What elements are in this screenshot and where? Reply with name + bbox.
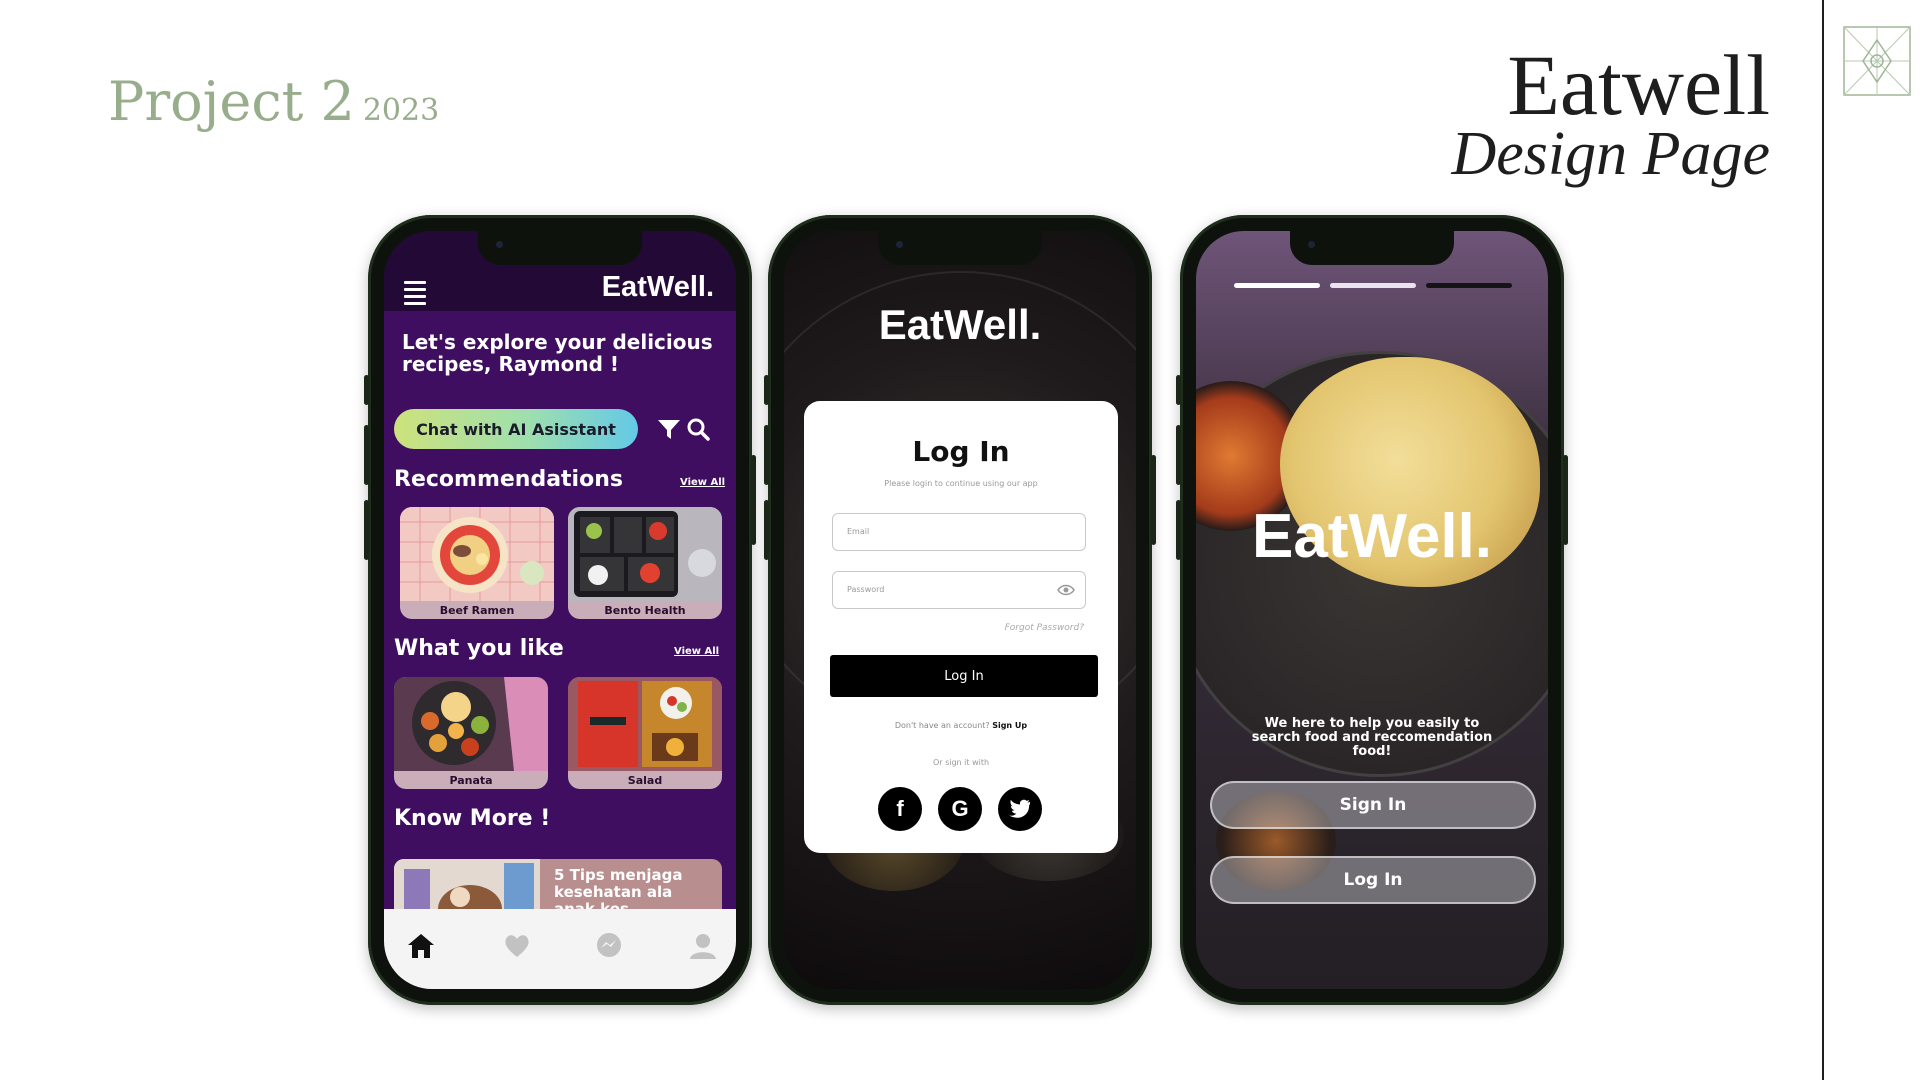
what-you-like-view-all-link[interactable]: View All [674,646,719,657]
recommendations-title: Recommendations [394,467,623,492]
bento-health-image [568,507,722,601]
phone-splash: EatWell. We here to help you easily to s… [1176,215,1568,1005]
what-you-like-title: What you like [394,636,564,661]
home-logo: EatWell. [601,271,714,303]
email-field[interactable]: Email [832,513,1086,551]
recommendations-view-all-link[interactable]: View All [680,477,725,488]
twitter-icon[interactable] [998,787,1042,831]
sign-in-button[interactable]: Sign In [1210,781,1536,829]
menu-icon[interactable] [404,281,426,309]
recipe-card-bento-health[interactable]: Bento Health [568,507,722,619]
no-account-text: Don't have an account? Sign Up [804,721,1118,730]
project-year: 2023 [362,93,440,128]
slide-divider [1822,0,1824,1080]
recipe-card-panata[interactable]: Panata [394,677,548,789]
project-label: Project 2 2023 [108,70,439,133]
recipe-card-beef-ramen[interactable]: Beef Ramen [400,507,554,619]
recipe-card-label: Panata [449,774,493,787]
bottom-nav [384,909,736,989]
login-logo: EatWell. [878,301,1042,348]
password-field[interactable]: Password [832,571,1086,609]
forgot-password-link[interactable]: Forgot Password? [1005,623,1084,633]
profile-icon[interactable] [688,931,718,961]
phone-notch [478,231,642,265]
login-subtitle: Please login to continue using our app [884,479,1038,488]
heart-icon[interactable] [502,931,532,961]
no-account-label: Don't have an account? [894,721,990,730]
project-number: Project 2 [108,70,355,133]
sign-up-link[interactable]: Sign Up [992,721,1027,730]
login-title: Log In [912,435,1010,468]
search-icon[interactable] [686,417,710,441]
or-sign-with-text: Or sign it with [932,758,990,767]
onboarding-progress-2 [1330,283,1416,288]
slide-subtitle: Design Page [1451,120,1770,188]
ornament-logo-icon [1843,26,1911,96]
onboarding-progress-1 [1234,283,1320,288]
messenger-icon[interactable] [594,931,624,961]
eye-icon[interactable] [1057,584,1075,596]
panata-image [394,677,548,771]
phone-notch [1290,231,1454,265]
chat-ai-button[interactable]: Chat with AI Asisstant [394,409,638,449]
login-screen: EatWell. Log In Please login to continue… [784,231,1136,989]
password-placeholder: Password [847,585,885,594]
greeting-text: Let's explore your delicious recipes, Ra… [402,330,713,376]
recipe-card-salad[interactable]: Salad [568,677,722,789]
slide-title: Eatwell [1507,37,1770,133]
splash-tagline: We here to help you easily to search foo… [1251,716,1493,759]
beef-ramen-image [400,507,554,601]
home-icon[interactable] [406,931,436,961]
splash-login-button[interactable]: Log In [1210,856,1536,904]
phone-notch [878,231,1042,265]
splash-logo: EatWell. [1251,502,1493,571]
slide-brand: Eatwell Design Page [1451,37,1770,188]
phone-login: EatWell. Log In Please login to continue… [764,215,1156,1005]
recipe-card-label: Beef Ramen [439,604,515,617]
login-card: Log In Please login to continue using ou… [804,401,1118,853]
recipe-card-label: Bento Health [604,604,686,617]
facebook-icon[interactable]: f [878,787,922,831]
google-icon[interactable]: G [938,787,982,831]
know-more-title: Know More ! [394,806,551,831]
phone-home: EatWell. Let's explore your delicious re… [364,215,756,1005]
filter-icon[interactable] [657,419,681,441]
splash-screen: EatWell. We here to help you easily to s… [1196,231,1548,989]
login-button[interactable]: Log In [830,655,1098,697]
home-screen: EatWell. Let's explore your delicious re… [384,231,736,989]
salad-image [568,677,722,771]
onboarding-progress-3 [1426,283,1512,288]
recipe-card-label: Salad [627,774,663,787]
